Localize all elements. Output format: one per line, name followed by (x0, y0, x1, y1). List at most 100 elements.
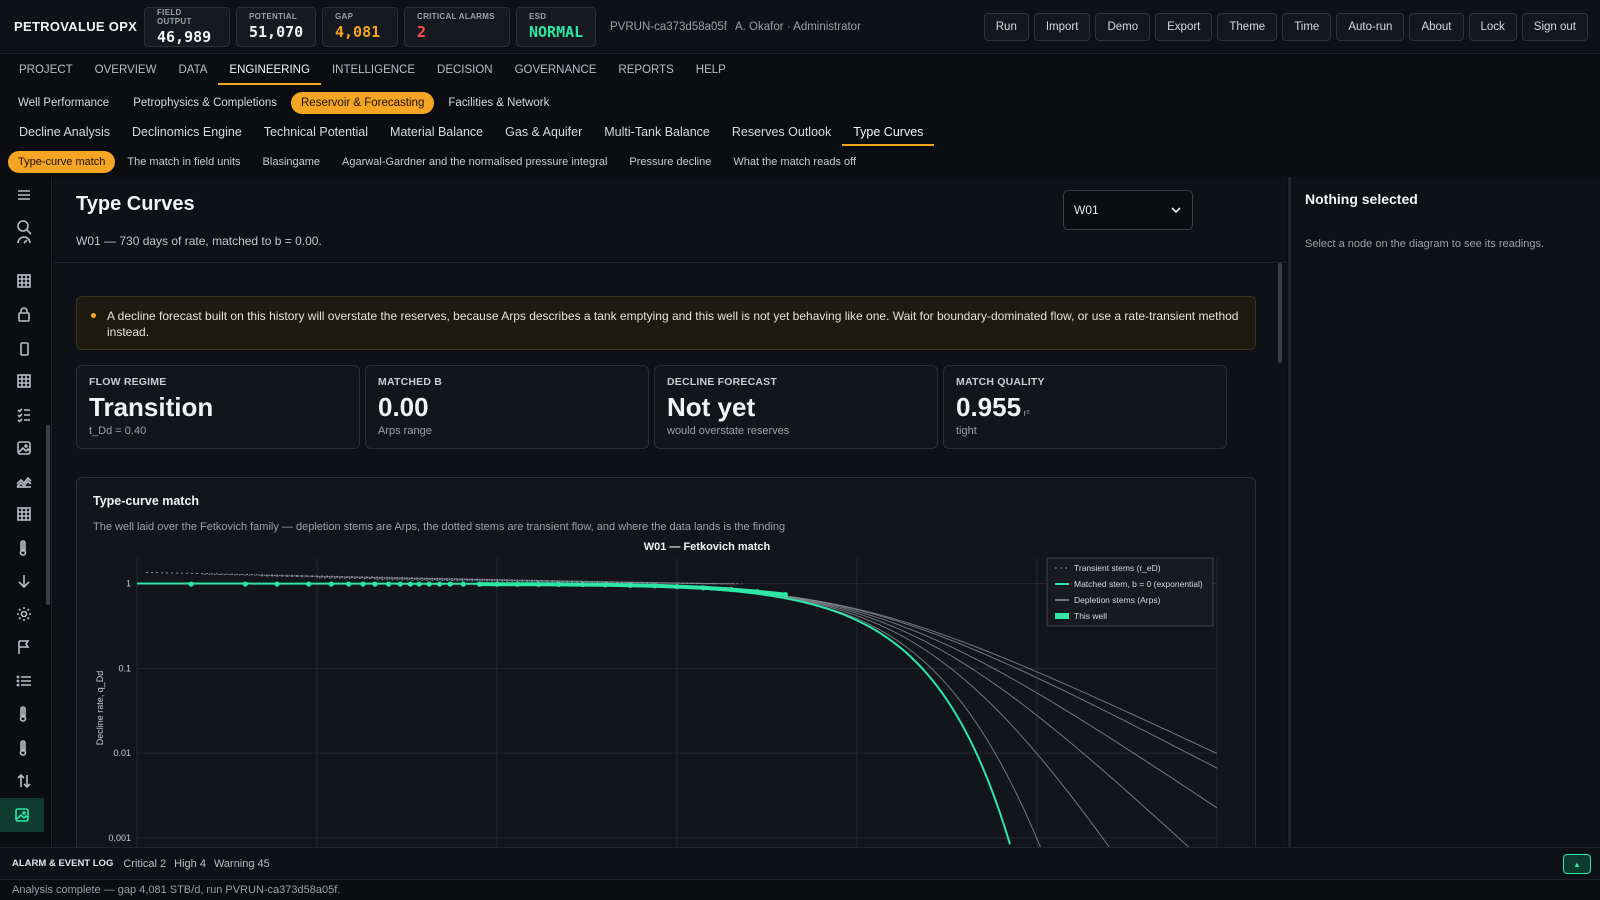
warning-dot-icon (91, 313, 96, 318)
tab-type-curves[interactable]: Type Curves (842, 120, 935, 146)
kpi-value: NORMAL (529, 23, 584, 41)
tab-reserves-outlook[interactable]: Reserves Outlook (721, 120, 842, 146)
depletion-stem-line (137, 583, 1041, 847)
subnav-reservoir-forecasting[interactable]: Reservoir & Forecasting (291, 92, 435, 114)
rail-list-icon[interactable] (12, 669, 36, 693)
pill-the-match-in-field-units[interactable]: The match in field units (117, 151, 250, 173)
metric-subtext: t_Dd = 0.40 (89, 425, 147, 437)
nav-data[interactable]: DATA (167, 55, 218, 85)
auto-run-button[interactable]: Auto-run (1336, 12, 1405, 41)
rail-arrow-down-icon[interactable] (12, 569, 36, 593)
rail-table-icon[interactable] (12, 369, 36, 393)
metric-label: MATCHED B (378, 376, 443, 388)
tab-declinomics-engine[interactable]: Declinomics Engine (121, 120, 253, 146)
rail-settings-icon[interactable] (12, 602, 36, 626)
depletion-stem-line (137, 583, 1190, 847)
well-select-value: W01 (1074, 203, 1099, 217)
about-button[interactable]: About (1409, 12, 1464, 41)
tab-multi-tank-balance[interactable]: Multi-Tank Balance (593, 120, 721, 146)
y-tick-label: 0.001 (108, 833, 131, 843)
metric-label: FLOW REGIME (89, 376, 167, 388)
rail-thermometer-icon[interactable] (12, 736, 36, 760)
rail-scrollbar[interactable] (46, 425, 50, 605)
run-id: PVRUN-ca373d58a05f (610, 20, 727, 33)
matched-stem-line (137, 582, 1011, 845)
type-curve-chart[interactable]: 1 0.1 0.01 0.001 Decline rate, q_Dd W01 — Fet… (77, 538, 1257, 847)
nav-governance[interactable]: GOVERNANCE (504, 55, 608, 85)
pill-what-the-match-reads-off[interactable]: What the match reads off (723, 151, 866, 173)
image-icon (17, 441, 31, 455)
area-chart-icon (16, 476, 32, 488)
well-data-point (416, 581, 422, 587)
pill-nav: Type-curve match The match in field units… (0, 151, 866, 173)
nav-project[interactable]: PROJECT (8, 55, 84, 85)
nav-reports[interactable]: REPORTS (607, 55, 684, 85)
sign-out-button[interactable]: Sign out (1521, 12, 1588, 41)
page-subtitle: W01 — 730 days of rate, matched to b = 0… (76, 234, 322, 248)
rail-area-chart-icon[interactable] (12, 469, 36, 493)
current-user: A. Okafor · Administrator (735, 20, 861, 33)
legend-item: Transient stems (r_eD) (1074, 563, 1161, 573)
rail-menu-icon[interactable] (12, 183, 36, 207)
chart-card-title: Type-curve match (93, 494, 200, 508)
well-data-point (447, 581, 453, 587)
list-icon (16, 675, 31, 687)
nav-decision[interactable]: DECISION (426, 55, 504, 85)
demo-button[interactable]: Demo (1095, 12, 1151, 41)
chevron-down-icon (1171, 207, 1181, 214)
subnav-petrophysics-completions[interactable]: Petrophysics & Completions (123, 92, 287, 114)
expand-log-button[interactable]: ▲ (1563, 854, 1591, 874)
rail-phone-icon[interactable] (12, 337, 36, 361)
subnav-facilities-network[interactable]: Facilities & Network (438, 92, 559, 114)
grid-icon (17, 507, 31, 521)
kpi-potential: POTENTIAL 51,070 (236, 6, 316, 47)
pill-blasingame[interactable]: Blasingame (253, 151, 330, 173)
tab-gas-aquifer[interactable]: Gas & Aquifer (494, 120, 593, 146)
rail-thermometer-icon[interactable] (12, 536, 36, 560)
y-tick-label: 0.01 (113, 748, 131, 758)
nav-engineering[interactable]: ENGINEERING (218, 55, 321, 85)
depletion-stem-line (137, 583, 1110, 847)
nav-overview[interactable]: OVERVIEW (84, 55, 168, 85)
pill-agarwal-gardner-and-the-normalised-pressure-integral[interactable]: Agarwal-Gardner and the normalised press… (332, 151, 617, 173)
rail-lock-icon[interactable] (12, 302, 36, 326)
lock-button[interactable]: Lock (1468, 12, 1517, 41)
tab-technical-potential[interactable]: Technical Potential (253, 120, 379, 146)
rail-flag-icon[interactable] (12, 635, 36, 659)
alarm-event-log[interactable]: ALARM & EVENT LOG Critical 2 High 4 Warn… (0, 847, 1600, 879)
main-scrollbar[interactable] (1278, 263, 1282, 363)
export-button[interactable]: Export (1155, 12, 1213, 41)
well-data-point (460, 581, 466, 587)
nav-help[interactable]: HELP (685, 55, 737, 85)
rail-grid-icon[interactable] (12, 269, 36, 293)
well-select[interactable]: W01 (1063, 190, 1193, 230)
rail-grid-icon[interactable] (12, 502, 36, 526)
rail-checklist-icon[interactable] (12, 402, 36, 426)
theme-button[interactable]: Theme (1217, 12, 1278, 41)
run-button[interactable]: Run (983, 12, 1029, 41)
y-tick-label: 0.1 (118, 663, 131, 673)
metric-label: MATCH QUALITY (956, 376, 1045, 388)
rail-thermometer-icon[interactable] (12, 702, 36, 726)
gauge-icon (17, 236, 31, 244)
settings-icon (17, 607, 31, 621)
well-data-point (306, 581, 312, 587)
metric-label: DECLINE FORECAST (667, 376, 777, 388)
tab-decline-analysis[interactable]: Decline Analysis (8, 120, 121, 146)
pill-type-curve-match[interactable]: Type-curve match (8, 151, 116, 173)
pill-pressure-decline[interactable]: Pressure decline (619, 151, 721, 173)
rail-gauge-icon[interactable] (12, 233, 36, 247)
rail-image-icon[interactable] (0, 798, 44, 832)
y-tick-label: 1 (126, 579, 131, 589)
event-log-warning: Warning 45 (213, 857, 270, 870)
nav-intelligence[interactable]: INTELLIGENCE (321, 55, 426, 85)
metric-card-decline-forecast: DECLINE FORECAST Not yet would overstate r… (654, 365, 938, 449)
tab-material-balance[interactable]: Material Balance (379, 120, 494, 146)
subnav-well-performance[interactable]: Well Performance (8, 92, 119, 114)
time-button[interactable]: Time (1282, 12, 1332, 41)
alert-text: A decline forecast built on this history… (107, 309, 1239, 339)
rail-image-icon[interactable] (12, 436, 36, 460)
lock-icon (18, 307, 30, 322)
import-button[interactable]: Import (1033, 12, 1091, 41)
rail-sort-icon[interactable] (12, 769, 36, 793)
